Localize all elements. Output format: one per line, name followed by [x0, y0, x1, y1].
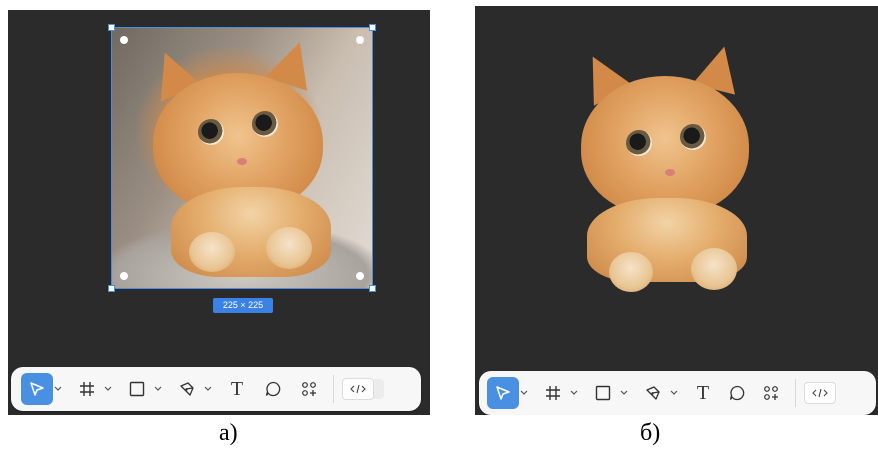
resize-handle-top-left[interactable]: [108, 24, 115, 31]
actions-tool-button[interactable]: [755, 377, 787, 409]
chevron-down-icon: [204, 386, 212, 391]
bottom-toolbar: T: [479, 371, 876, 415]
cat-eye-left: [626, 130, 652, 156]
pointer-icon: [496, 386, 510, 400]
cat-head: [581, 76, 749, 216]
frame-tool-button[interactable]: [71, 373, 103, 405]
rectangle-icon: [595, 385, 611, 401]
shape-tool-menu[interactable]: [619, 390, 629, 396]
chevron-down-icon: [570, 390, 578, 395]
move-tool-button[interactable]: [21, 373, 53, 405]
selection-frame[interactable]: [108, 24, 376, 292]
code-icon: [350, 384, 366, 394]
resize-handle-bottom-right[interactable]: [369, 285, 376, 292]
comment-tool-button[interactable]: [721, 377, 753, 409]
hash-icon: [80, 382, 94, 396]
pen-tool-menu[interactable]: [669, 390, 679, 396]
bottom-toolbar: T: [11, 367, 421, 411]
actions-tool-button[interactable]: [293, 373, 325, 405]
canvas-panel-b[interactable]: T: [475, 6, 878, 415]
canvas-panel-a[interactable]: 225 × 225 T: [8, 10, 430, 415]
toolbar-divider: [333, 375, 334, 403]
corner-radius-handle-top-left[interactable]: [120, 36, 128, 44]
chevron-down-icon: [670, 390, 678, 395]
resize-handle-bottom-left[interactable]: [108, 285, 115, 292]
caption-b: б): [640, 420, 661, 446]
dev-mode-toggle[interactable]: [804, 382, 836, 404]
pointer-icon: [30, 382, 44, 396]
dev-mode-toggle[interactable]: [342, 378, 374, 400]
frame-tool-menu[interactable]: [103, 386, 113, 392]
corner-radius-handle-bottom-left[interactable]: [120, 272, 128, 280]
chevron-down-icon: [154, 386, 162, 391]
pen-icon: [646, 386, 660, 400]
frame-tool-button[interactable]: [537, 377, 569, 409]
shape-tool-menu[interactable]: [153, 386, 163, 392]
pen-tool-button[interactable]: [637, 377, 669, 409]
text-tool-button[interactable]: T: [221, 373, 253, 405]
caption-a: а): [219, 420, 238, 446]
chevron-down-icon: [104, 386, 112, 391]
chevron-down-icon: [520, 390, 528, 395]
text-icon: T: [230, 377, 244, 400]
components-icon: [764, 386, 778, 400]
shape-tool-button[interactable]: [121, 373, 153, 405]
pen-icon: [180, 382, 194, 396]
text-tool-button[interactable]: T: [687, 377, 719, 409]
cat-eye-right: [680, 124, 706, 150]
text-icon: T: [696, 381, 710, 404]
cat-nose: [665, 169, 675, 176]
cat-paw-left: [609, 252, 653, 292]
comment-icon: [265, 381, 281, 397]
shape-tool-button[interactable]: [587, 377, 619, 409]
comment-icon: [729, 385, 745, 401]
corner-radius-handle-bottom-right[interactable]: [356, 272, 364, 280]
move-tool-menu[interactable]: [53, 386, 63, 392]
move-tool-button[interactable]: [487, 377, 519, 409]
pen-tool-button[interactable]: [171, 373, 203, 405]
cat-paw-right: [691, 248, 737, 290]
move-tool-menu[interactable]: [519, 390, 529, 396]
size-badge: 225 × 225: [213, 298, 273, 313]
dev-mode-toggle-track[interactable]: [374, 379, 384, 399]
chevron-down-icon: [620, 390, 628, 395]
hash-icon: [546, 386, 560, 400]
pen-tool-menu[interactable]: [203, 386, 213, 392]
corner-radius-handle-top-right[interactable]: [356, 36, 364, 44]
components-icon: [302, 382, 316, 396]
comment-tool-button[interactable]: [257, 373, 289, 405]
code-icon: [812, 388, 828, 398]
resize-handle-top-right[interactable]: [369, 24, 376, 31]
cat-cutout[interactable]: [567, 42, 767, 302]
rectangle-icon: [129, 381, 145, 397]
chevron-down-icon: [54, 386, 62, 391]
frame-tool-menu[interactable]: [569, 390, 579, 396]
toolbar-divider: [795, 379, 796, 407]
